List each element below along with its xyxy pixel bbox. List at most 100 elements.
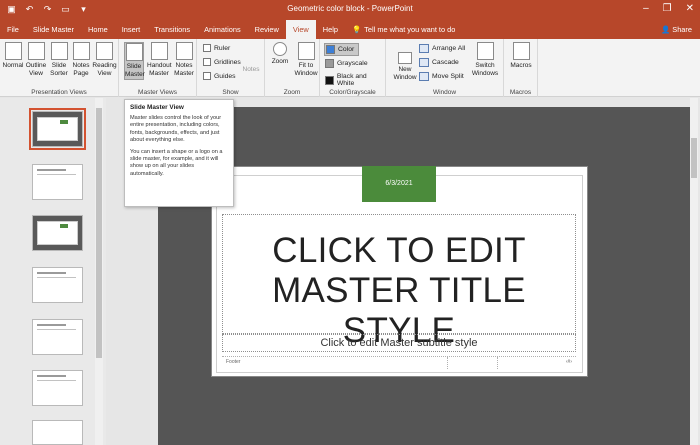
restore-button[interactable]: ❐ (663, 3, 672, 14)
notes-button[interactable]: Notes (241, 66, 261, 74)
bw-label: Black and White (336, 73, 367, 87)
cascade-icon (419, 58, 429, 67)
reading-view-icon (96, 42, 113, 60)
title-bar: ▣ ↶ ↷ ▭ ▾ Geometric color block - PowerP… (0, 0, 700, 20)
group-presentation-views: Normal Outline View Slide Sorter Notes P… (0, 39, 119, 97)
tab-transitions[interactable]: Transitions (147, 20, 197, 39)
tab-home[interactable]: Home (81, 20, 115, 39)
thumbnail-layout[interactable] (32, 370, 83, 406)
slide-master-button[interactable]: Slide Master (124, 42, 145, 80)
close-button[interactable]: ✕ (686, 3, 694, 14)
group-label: Master Views (138, 89, 177, 96)
notes-master-button[interactable]: Notes Master (173, 42, 195, 78)
handout-master-button[interactable]: Handout Master (147, 42, 172, 78)
switch-windows-label: Switch Windows (471, 62, 499, 77)
gridlines-checkbox[interactable]: Gridlines (203, 58, 241, 66)
thumbnail-title-line (37, 375, 67, 377)
notes-page-button[interactable]: Notes Page (71, 42, 91, 78)
tab-animations[interactable]: Animations (197, 20, 248, 39)
minimize-button[interactable]: – (643, 3, 649, 14)
slide-number-icon: ‹#› (565, 359, 572, 365)
grayscale-swatch-icon (325, 59, 334, 68)
share-label: Share (672, 25, 692, 34)
reading-view-button[interactable]: Reading View (92, 42, 117, 78)
new-window-button[interactable]: New Window (392, 52, 418, 82)
outline-view-button[interactable]: Outline View (25, 42, 47, 78)
macros-icon (512, 42, 530, 60)
thumbnail-title-line (37, 324, 67, 326)
title-placeholder[interactable]: CLICK TO EDIT MASTER TITLE STYLE (222, 214, 576, 350)
thumbnail-pane (0, 98, 106, 445)
thumbnail-layout[interactable] (32, 215, 83, 251)
tab-review[interactable]: Review (248, 20, 286, 39)
grayscale-button[interactable]: Grayscale (325, 59, 368, 68)
tooltip-paragraph: You can insert a shape or a logo on a sl… (130, 149, 223, 177)
arrange-all-icon (419, 44, 429, 53)
tooltip-paragraph: Master slides control the look of your e… (130, 115, 222, 143)
fit-to-window-button[interactable]: Fit to Window (293, 42, 319, 78)
macros-button[interactable]: Macros (508, 42, 534, 70)
thumbnail-slide-master[interactable] (29, 108, 86, 150)
arrange-all-label: Arrange All (432, 45, 466, 52)
tell-me-box[interactable]: 💡 Tell me what you want to do (345, 20, 462, 39)
group-color-grayscale: Color Grayscale Black and White Color/Gr… (320, 39, 386, 97)
switch-windows-button[interactable]: Switch Windows (470, 42, 500, 78)
footer-placeholder[interactable]: Footer (226, 359, 240, 365)
window-title: Geometric color block - PowerPoint (287, 4, 413, 13)
fit-to-window-label: Fit to Window (294, 62, 318, 77)
handout-master-icon (150, 42, 168, 60)
magnifier-icon (273, 42, 287, 56)
thumbnail-scrollbar[interactable] (95, 98, 103, 445)
tab-view[interactable]: View (285, 20, 316, 39)
scrollbar-thumb[interactable] (691, 138, 697, 178)
thumbnail-layout[interactable] (32, 267, 83, 303)
checkbox-box (203, 72, 211, 80)
reading-view-label: Reading View (92, 62, 117, 77)
move-split-label: Move Split (432, 73, 464, 80)
ribbon-tabs: File Slide Master Home Insert Transition… (0, 20, 700, 39)
tab-insert[interactable]: Insert (115, 20, 147, 39)
notes-master-label: Notes Master (174, 62, 194, 77)
handout-master-label: Handout Master (147, 62, 172, 77)
move-split-button[interactable]: Move Split (419, 72, 464, 81)
thumbnail-body (37, 221, 78, 245)
outline-view-icon (27, 42, 45, 60)
tab-help[interactable]: Help (316, 20, 345, 39)
notes-page-icon (72, 42, 90, 60)
arrange-all-button[interactable]: Arrange All (419, 44, 465, 53)
slide-sorter-label: Slide Sorter (50, 62, 68, 77)
thumbnail-layout[interactable] (32, 420, 83, 445)
thumbnail-layout[interactable] (32, 319, 83, 355)
macros-label: Macros (510, 62, 532, 69)
date-placeholder[interactable]: 6/3/2021 (362, 166, 436, 202)
footer-divider (497, 357, 498, 369)
slide-master-label: Slide Master (125, 63, 145, 78)
normal-view-button[interactable]: Normal (2, 42, 24, 70)
cascade-button[interactable]: Cascade (419, 58, 459, 67)
tab-slide-master[interactable]: Slide Master (26, 20, 81, 39)
thumbnail-layout[interactable] (32, 164, 83, 200)
fit-to-window-icon (297, 42, 315, 60)
group-show: Ruler Gridlines Guides Notes Show (197, 39, 265, 97)
scrollbar-thumb[interactable] (96, 108, 102, 358)
ruler-checkbox[interactable]: Ruler (203, 44, 230, 52)
color-button[interactable]: Color (324, 43, 360, 56)
thumbnail-accent (60, 120, 68, 124)
slide-sorter-button[interactable]: Slide Sorter (48, 42, 70, 78)
checkbox-box (203, 58, 211, 66)
group-master-views: Slide Master Handout Master Notes Master… (119, 39, 197, 97)
thumbnail-text-line (37, 329, 77, 330)
notes-master-icon (175, 42, 193, 60)
tab-file[interactable]: File (0, 20, 26, 39)
guides-checkbox[interactable]: Guides (203, 72, 236, 80)
normal-view-icon (4, 42, 22, 60)
share-button[interactable]: 👤 Share (661, 25, 692, 34)
group-zoom: Zoom Fit to Window Zoom (265, 39, 320, 97)
tell-me-label: Tell me what you want to do (364, 25, 456, 34)
slide-master-icon (125, 43, 143, 61)
subtitle-placeholder[interactable]: Click to edit Master subtitle style (222, 334, 576, 352)
group-label: Color/Grayscale (329, 89, 376, 96)
canvas-scrollbar[interactable] (690, 98, 698, 445)
black-and-white-button[interactable]: Black and White (325, 73, 385, 87)
zoom-button[interactable]: Zoom (269, 42, 291, 66)
